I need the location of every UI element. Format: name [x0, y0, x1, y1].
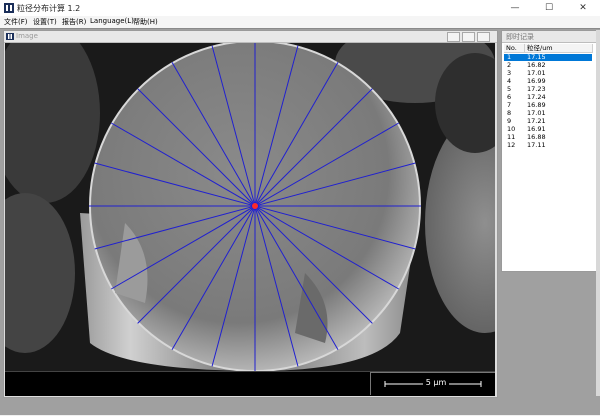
image-restore-button[interactable]	[462, 32, 475, 42]
table-row[interactable]: 2 16.82	[504, 62, 592, 69]
row-number: 6	[507, 93, 512, 101]
image-window-title: Image	[16, 32, 38, 40]
record-window-title: 即时记录	[506, 33, 534, 41]
image-window-titlebar[interactable]: Image	[4, 31, 497, 43]
row-diameter-value: 17.11	[527, 141, 546, 149]
vertical-scroll-strip[interactable]	[596, 30, 600, 396]
table-row[interactable]: 3 17.01	[504, 70, 592, 77]
row-diameter-value: 17.01	[527, 69, 546, 77]
menu-report[interactable]: 报告(R)	[62, 17, 86, 27]
record-window: 即时记录 No. 粒径/um 1 17.15 2 16.82 3 17.01 4 16.99 5…	[501, 30, 597, 272]
table-row[interactable]: 8 17.01	[504, 110, 592, 117]
row-diameter-value: 17.01	[527, 109, 546, 117]
sem-image-canvas[interactable]	[5, 43, 495, 371]
column-header-no[interactable]: No.	[504, 44, 525, 53]
table-row[interactable]: 12 17.11	[504, 142, 592, 149]
menu-settings[interactable]: 设置(T)	[33, 17, 57, 27]
row-diameter-value: 17.24	[527, 93, 546, 101]
row-number: 3	[507, 69, 512, 77]
window-title: 粒径分布计算 1.2	[17, 4, 81, 13]
table-row[interactable]: 1 17.15	[504, 54, 592, 61]
image-window-icon	[6, 33, 14, 40]
row-diameter-value: 16.88	[527, 133, 546, 141]
scale-bar-label: 5 μm	[423, 378, 449, 387]
column-header-diameter[interactable]: 粒径/um	[525, 44, 593, 53]
table-row[interactable]: 10 16.91	[504, 126, 592, 133]
center-marker	[252, 203, 258, 209]
table-row[interactable]: 5 17.23	[504, 86, 592, 93]
table-row[interactable]: 4 16.99	[504, 78, 592, 85]
row-number: 8	[507, 109, 512, 117]
table-row[interactable]: 11 16.88	[504, 134, 592, 141]
menu-help[interactable]: 帮助(H)	[133, 17, 158, 27]
menu-language[interactable]: Language(L)	[90, 17, 134, 25]
menu-bar: 文件(F) 设置(T) 报告(R) Language(L) 帮助(H)	[0, 16, 600, 28]
row-diameter-value: 17.23	[527, 85, 546, 93]
minimize-button[interactable]: —	[498, 0, 532, 16]
image-close-button[interactable]	[477, 32, 490, 42]
row-number: 2	[507, 61, 512, 69]
maximize-button[interactable]: ☐	[532, 0, 566, 16]
row-number: 12	[507, 141, 516, 149]
row-number: 5	[507, 85, 512, 93]
bottom-area	[0, 398, 596, 414]
row-number: 1	[507, 53, 512, 61]
close-button[interactable]: ✕	[566, 0, 600, 16]
record-window-titlebar[interactable]: 即时记录	[502, 31, 596, 43]
row-diameter-value: 16.82	[527, 61, 546, 69]
title-bar: 粒径分布计算 1.2 — ☐ ✕	[0, 0, 600, 17]
image-window: Image 5 μm	[3, 30, 498, 398]
scale-bar-strip: 5 μm	[5, 371, 495, 396]
row-number: 10	[507, 125, 516, 133]
table-row[interactable]: 9 17.21	[504, 118, 592, 125]
row-diameter-value: 16.89	[527, 101, 546, 109]
table-row[interactable]: 6 17.24	[504, 94, 592, 101]
row-diameter-value: 16.99	[527, 77, 546, 85]
row-number: 7	[507, 101, 512, 109]
row-number: 11	[507, 133, 516, 141]
row-diameter-value: 16.91	[527, 125, 546, 133]
row-diameter-value: 17.15	[527, 53, 546, 61]
table-row[interactable]: 7 16.89	[504, 102, 592, 109]
row-diameter-value: 17.21	[527, 117, 546, 125]
app-icon	[4, 3, 14, 13]
row-number: 9	[507, 117, 512, 125]
image-minimize-button[interactable]	[447, 32, 460, 42]
row-number: 4	[507, 77, 512, 85]
menu-file[interactable]: 文件(F)	[4, 17, 28, 27]
